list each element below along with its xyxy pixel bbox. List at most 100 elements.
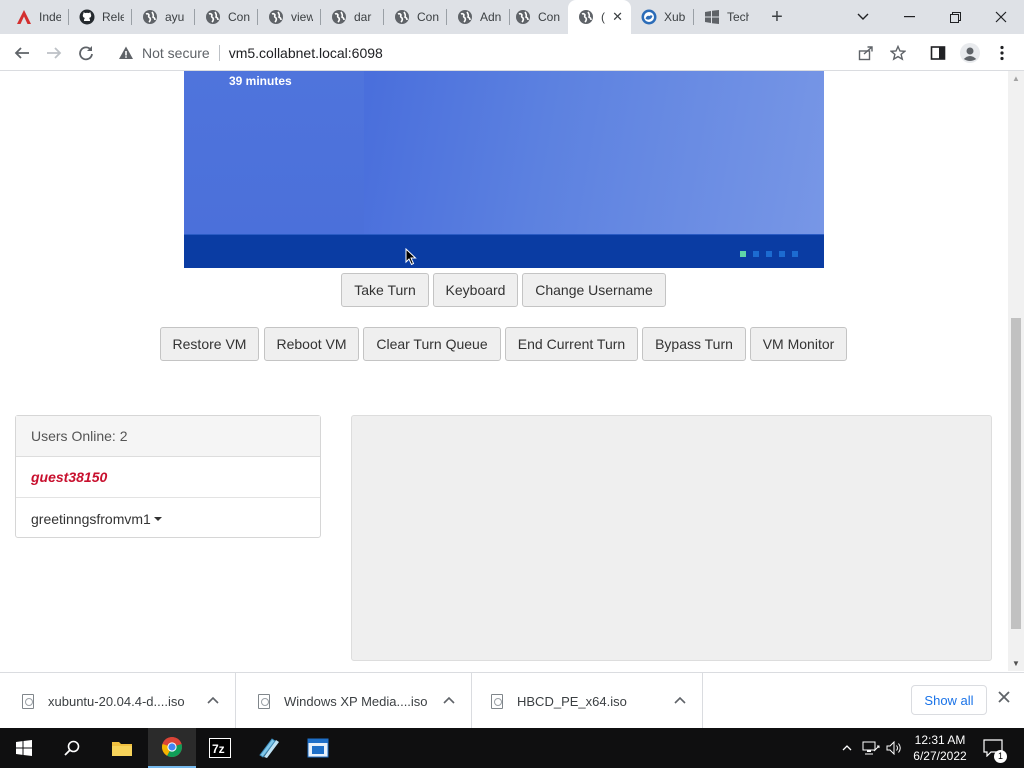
end-current-turn-button[interactable]: End Current Turn: [505, 327, 638, 361]
current-username: guest38150: [31, 469, 108, 485]
forward-button[interactable]: [41, 40, 67, 66]
tab-active[interactable]: ( ✕: [568, 0, 631, 34]
start-button[interactable]: [0, 728, 48, 768]
scroll-up-arrow-icon[interactable]: ▲: [1012, 74, 1020, 83]
network-icon[interactable]: [860, 728, 882, 768]
username: greetinngsfromvm1: [31, 510, 151, 527]
take-turn-button[interactable]: Take Turn: [341, 273, 429, 307]
warning-icon[interactable]: [118, 45, 134, 61]
7zip-icon: 7z: [209, 738, 231, 758]
tab-9[interactable]: Con: [505, 0, 568, 34]
tab-11[interactable]: Xub: [631, 0, 694, 34]
tab-2[interactable]: Rele: [69, 0, 132, 34]
notification-count-badge: 1: [994, 750, 1007, 763]
keyboard-button[interactable]: Keyboard: [433, 273, 518, 307]
vm-monitor-button[interactable]: VM Monitor: [750, 327, 847, 361]
tab-search-icon[interactable]: [840, 0, 886, 34]
scrollbar-thumb[interactable]: [1011, 318, 1021, 629]
iso-file-icon: [258, 693, 270, 709]
scroll-down-arrow-icon[interactable]: ▼: [1012, 659, 1020, 668]
tab-12[interactable]: Tech: [694, 0, 757, 34]
user-list-item[interactable]: greetinngsfromvm1: [16, 498, 320, 539]
windows-taskbar: 7z 12:31 AM 6/27/2022 1: [0, 728, 1024, 768]
tab-8[interactable]: Adn: [447, 0, 510, 34]
bookmark-star-icon[interactable]: [885, 40, 911, 66]
url-text[interactable]: vm5.collabnet.local:6098: [229, 45, 383, 61]
notepad-button[interactable]: [245, 728, 293, 768]
user-list-item[interactable]: guest38150: [16, 457, 320, 498]
tab-strip: Inde Rele ayu Con view dar Con Adn Con (…: [0, 0, 1024, 34]
download-item[interactable]: HBCD_PE_x64.iso: [469, 673, 703, 729]
side-panel-icon[interactable]: [925, 40, 951, 66]
github-icon: [79, 9, 95, 25]
chat-panel[interactable]: [351, 415, 992, 661]
show-all-downloads-button[interactable]: Show all: [911, 685, 987, 715]
restore-button[interactable]: [932, 0, 978, 34]
tab-5[interactable]: view: [258, 0, 321, 34]
chevron-up-icon[interactable]: [443, 693, 455, 707]
new-tab-button[interactable]: +: [765, 6, 789, 28]
vm-display[interactable]: 39 minutes: [184, 71, 824, 268]
file-explorer-button[interactable]: [98, 728, 146, 768]
share-icon[interactable]: [853, 40, 879, 66]
tab-6[interactable]: dar: [321, 0, 384, 34]
brand-a-icon: [16, 9, 32, 25]
download-filename: HBCD_PE_x64.iso: [517, 693, 627, 709]
vm-desktop-panel: [184, 71, 364, 234]
caret-down-icon[interactable]: [153, 516, 162, 521]
svg-text:7z: 7z: [212, 742, 225, 756]
vm-message: 39 minutes: [229, 74, 292, 88]
globe-icon: [142, 9, 158, 25]
download-shelf: xubuntu-20.04.4-d....iso Windows XP Medi…: [0, 672, 1024, 729]
browser-toolbar: Not secure vm5.collabnet.local:6098: [0, 34, 1024, 71]
close-window-button[interactable]: [978, 0, 1024, 34]
download-filename: xubuntu-20.04.4-d....iso: [48, 693, 185, 709]
tab-3[interactable]: ayu: [132, 0, 195, 34]
address-bar[interactable]: Not secure vm5.collabnet.local:6098: [108, 39, 918, 67]
chevron-up-icon[interactable]: [674, 693, 686, 707]
page-scrollbar[interactable]: ▲ ▼: [1008, 71, 1024, 671]
users-online-panel: Users Online: 2 guest38150 greetinngsfro…: [15, 415, 321, 538]
back-button[interactable]: [9, 40, 35, 66]
tab-4[interactable]: Con: [195, 0, 258, 34]
tab-7[interactable]: Con: [384, 0, 447, 34]
omnibox-divider: [218, 45, 220, 61]
reload-icon: [79, 46, 93, 61]
download-filename: Windows XP Media....iso: [284, 693, 428, 709]
forward-arrow-icon: [47, 47, 62, 59]
close-tab-icon[interactable]: ✕: [612, 10, 623, 24]
close-shelf-icon[interactable]: [998, 690, 1010, 708]
menu-kebab-icon[interactable]: [989, 40, 1015, 66]
globe-icon: [515, 9, 531, 25]
show-hidden-icons-chevron-icon[interactable]: [838, 728, 856, 768]
clear-turn-queue-button[interactable]: Clear Turn Queue: [363, 327, 501, 361]
users-online-header: Users Online: 2: [16, 416, 320, 457]
folder-icon: [112, 742, 132, 756]
profile-avatar[interactable]: [957, 40, 983, 66]
7zip-button[interactable]: 7z: [196, 728, 244, 768]
app-window-button[interactable]: [294, 728, 342, 768]
security-label[interactable]: Not secure: [142, 45, 210, 61]
search-icon: [64, 740, 80, 756]
globe-icon: [578, 9, 594, 25]
change-username-button[interactable]: Change Username: [522, 273, 666, 307]
back-arrow-icon: [14, 47, 29, 59]
chrome-taskbar-button[interactable]: [148, 728, 196, 768]
bypass-turn-button[interactable]: Bypass Turn: [642, 327, 746, 361]
reload-button[interactable]: [73, 40, 99, 66]
search-button[interactable]: [48, 728, 96, 768]
globe-icon: [394, 9, 410, 25]
volume-icon[interactable]: [884, 728, 906, 768]
iso-file-icon: [22, 693, 34, 709]
minimize-button[interactable]: [886, 0, 932, 34]
chrome-icon: [162, 737, 182, 758]
download-item[interactable]: Windows XP Media....iso: [236, 673, 472, 729]
reboot-vm-button[interactable]: Reboot VM: [264, 327, 359, 361]
chevron-up-icon[interactable]: [207, 693, 219, 707]
restore-vm-button[interactable]: Restore VM: [160, 327, 259, 361]
system-clock[interactable]: 12:31 AM 6/27/2022: [908, 732, 972, 764]
notification-center-button[interactable]: 1: [980, 728, 1007, 768]
download-item[interactable]: xubuntu-20.04.4-d....iso: [0, 673, 236, 729]
tab-1[interactable]: Inde: [6, 0, 69, 34]
globe-icon: [268, 9, 284, 25]
